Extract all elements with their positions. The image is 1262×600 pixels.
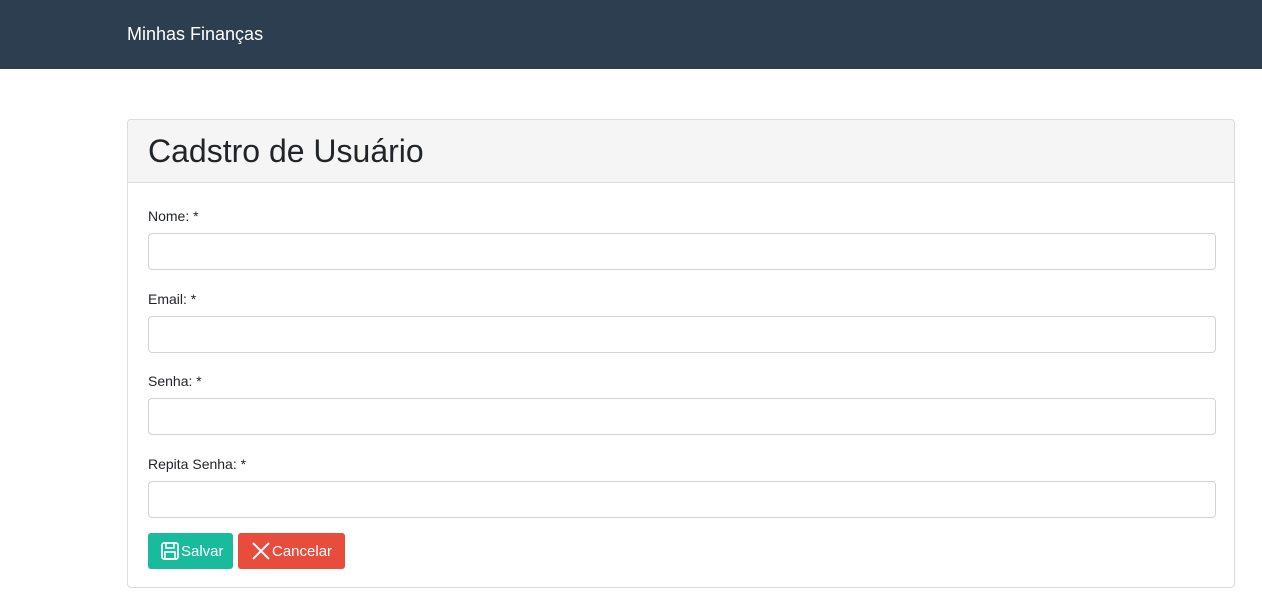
cancel-button-label: Cancelar [272, 542, 333, 560]
name-label: Nome: * [148, 208, 199, 224]
top-navbar: Minhas Finanças [0, 0, 1262, 69]
navbar-brand[interactable]: Minhas Finanças [127, 22, 263, 46]
cancel-button[interactable]: Cancelar [238, 533, 345, 569]
repeat-password-label: Repita Senha: * [148, 456, 247, 472]
page-title: Cadstro de Usuário [148, 133, 424, 169]
name-input[interactable] [148, 233, 1216, 270]
save-icon [160, 541, 180, 561]
password-label: Senha: * [148, 373, 202, 389]
email-input[interactable] [148, 316, 1216, 353]
card-header: Cadstro de Usuário [128, 120, 1234, 183]
email-label: Email: * [148, 291, 197, 307]
password-input[interactable] [148, 398, 1216, 435]
save-button[interactable]: Salvar [148, 533, 233, 569]
repeat-password-input[interactable] [148, 481, 1216, 518]
save-button-label: Salvar [181, 542, 224, 560]
user-registration-card: Cadstro de Usuário Nome: * Email: * Senh… [127, 119, 1235, 588]
close-icon [251, 541, 271, 561]
